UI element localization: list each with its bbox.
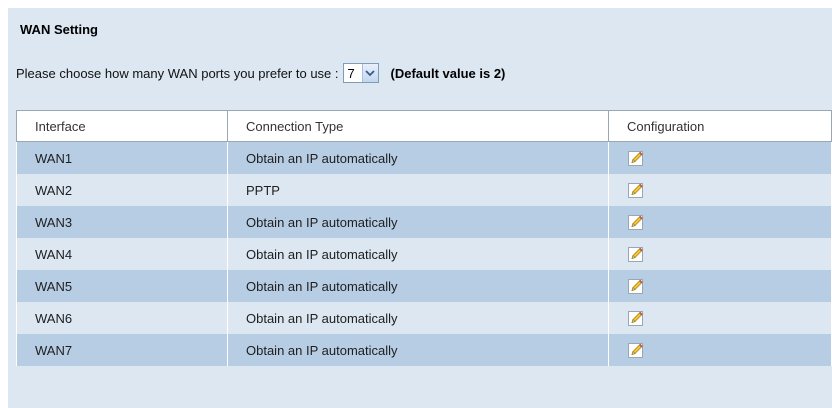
cell-configuration	[608, 334, 832, 366]
cell-interface: WAN5	[16, 270, 228, 302]
cell-connection-type: Obtain an IP automatically	[227, 238, 609, 270]
edit-pencil-icon[interactable]	[627, 181, 645, 199]
cell-interface: WAN2	[16, 174, 228, 206]
wan-port-count-value: 7	[347, 65, 355, 81]
chevron-down-icon[interactable]	[361, 64, 378, 82]
table-row: WAN7 Obtain an IP automatically	[16, 334, 832, 366]
cell-configuration	[608, 141, 832, 174]
cell-connection-type: Obtain an IP automatically	[227, 270, 609, 302]
wan-port-prompt: Please choose how many WAN ports you pre…	[16, 65, 339, 81]
cell-connection-type: PPTP	[227, 174, 609, 206]
edit-pencil-icon[interactable]	[627, 245, 645, 263]
table-row: WAN5 Obtain an IP automatically	[16, 270, 832, 302]
cell-connection-type: Obtain an IP automatically	[227, 334, 609, 366]
cell-configuration	[608, 238, 832, 270]
cell-connection-type: Obtain an IP automatically	[227, 206, 609, 238]
cell-interface: WAN4	[16, 238, 228, 270]
cell-configuration	[608, 206, 832, 238]
wan-interface-table: Interface Connection Type Configuration …	[16, 110, 832, 366]
table-row: WAN3 Obtain an IP automatically	[16, 206, 832, 238]
cell-interface: WAN3	[16, 206, 228, 238]
cell-interface: WAN1	[16, 141, 228, 174]
edit-pencil-icon[interactable]	[627, 149, 645, 167]
edit-pencil-icon[interactable]	[627, 341, 645, 359]
table-row: WAN2 PPTP	[16, 174, 832, 206]
cell-interface: WAN6	[16, 302, 228, 334]
cell-configuration	[608, 302, 832, 334]
section-title: WAN Setting	[20, 22, 98, 37]
table-row: WAN6 Obtain an IP automatically	[16, 302, 832, 334]
table-header-row: Interface Connection Type Configuration	[16, 110, 832, 142]
cell-connection-type: Obtain an IP automatically	[227, 141, 609, 174]
header-interface: Interface	[16, 110, 228, 142]
table-row: WAN1 Obtain an IP automatically	[16, 141, 832, 174]
cell-configuration	[608, 270, 832, 302]
cell-interface: WAN7	[16, 334, 228, 366]
cell-configuration	[608, 174, 832, 206]
header-configuration: Configuration	[608, 110, 832, 142]
default-value-note: (Default value is 2)	[390, 65, 506, 81]
edit-pencil-icon[interactable]	[627, 213, 645, 231]
cell-connection-type: Obtain an IP automatically	[227, 302, 609, 334]
edit-pencil-icon[interactable]	[627, 309, 645, 327]
edit-pencil-icon[interactable]	[627, 277, 645, 295]
wan-port-count-row: Please choose how many WAN ports you pre…	[16, 62, 505, 84]
wan-port-count-select[interactable]: 7	[342, 63, 379, 83]
table-row: WAN4 Obtain an IP automatically	[16, 238, 832, 270]
header-connection-type: Connection Type	[227, 110, 609, 142]
